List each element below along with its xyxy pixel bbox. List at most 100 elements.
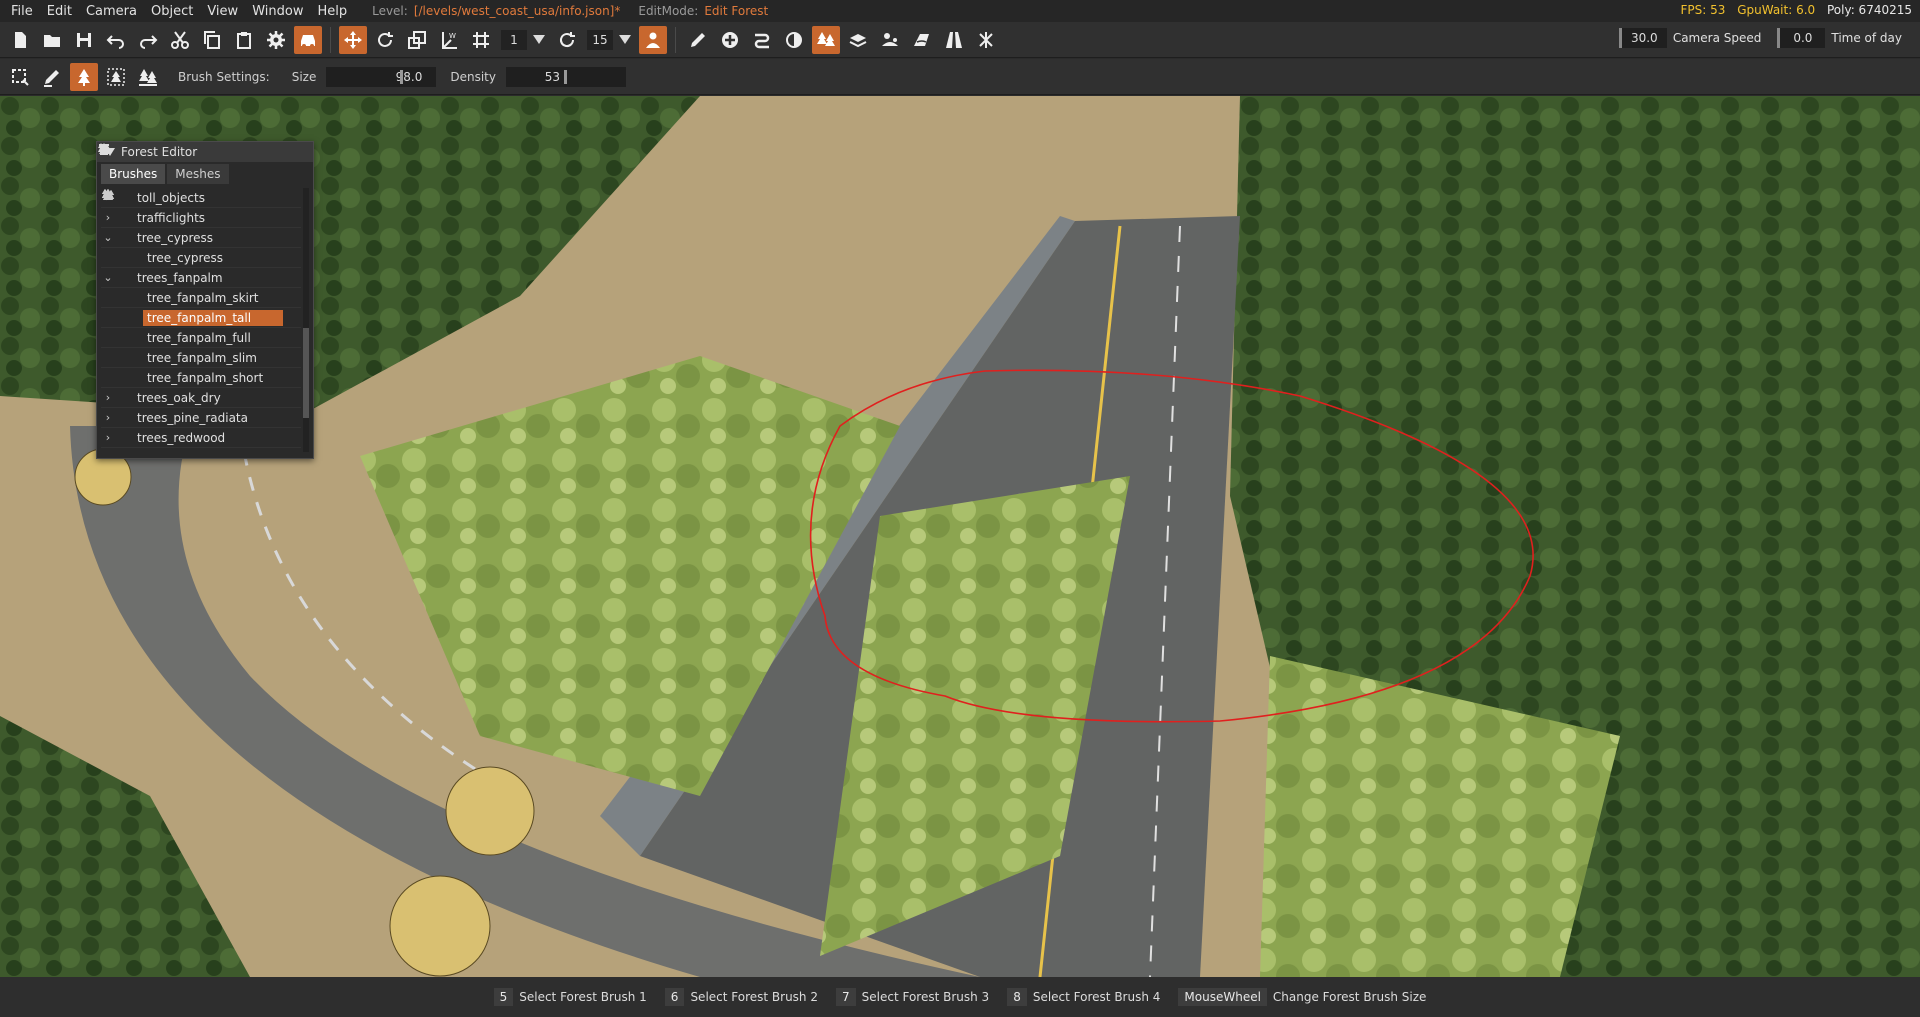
tree-item-label: tree_fanpalm_tall	[143, 309, 283, 326]
tab-meshes[interactable]: Meshes	[167, 164, 229, 184]
decal-editor-icon[interactable]	[780, 26, 808, 54]
brush-density-slider[interactable]: 53	[505, 66, 626, 87]
hotkey-brush-1: 5 Select Forest Brush 1	[493, 988, 647, 1006]
rotation-snap-value[interactable]: 1	[501, 29, 527, 50]
brush-tree-scrollbar[interactable]	[303, 188, 309, 452]
save-icon[interactable]	[70, 26, 98, 54]
tree-item-trees-fanpalm-group[interactable]: ⌄ trees_fanpalm	[101, 189, 301, 288]
hotkey-key: MouseWheel	[1178, 988, 1267, 1006]
move-gizmo-icon[interactable]	[339, 25, 367, 54]
menu-edit[interactable]: Edit	[40, 4, 79, 19]
world-space-icon[interactable]: W	[435, 26, 463, 54]
paint-brush-icon[interactable]	[38, 63, 66, 91]
brush-density-knob[interactable]	[563, 69, 567, 84]
undo-icon[interactable]	[102, 26, 130, 54]
expand-chevron-icon[interactable]: ›	[101, 391, 115, 404]
tree-item-fanpalm-tall[interactable]: tree_fanpalm_tall	[101, 189, 301, 328]
tree-item-tree-cypress[interactable]: tree_cypress	[101, 189, 301, 268]
road-architect-icon[interactable]	[940, 26, 968, 54]
expand-chevron-icon[interactable]: ›	[101, 211, 115, 224]
poly-readout: Poly: 6740215	[1826, 3, 1912, 17]
tree-item-trees-pine-radiata[interactable]: › trees_pine_radiata	[101, 189, 301, 428]
forest-editor-titlebar[interactable]: Forest Editor	[97, 142, 313, 162]
scale-snap-value[interactable]: 15	[587, 29, 613, 50]
tree-item-tree-cypress-group[interactable]: ⌄ tree_cypress	[101, 189, 301, 248]
perf-stats: FPS: 53 GpuWait: 6.0 Poly: 6740215	[1672, 3, 1912, 17]
tree-item-trafficlights[interactable]: › trafficlights	[101, 189, 301, 228]
forest-editor-title: Forest Editor	[121, 145, 198, 159]
copy-icon[interactable]	[198, 26, 226, 54]
hotkey-key: 7	[836, 988, 856, 1006]
rotate-gizmo-icon[interactable]	[371, 26, 399, 54]
paste-icon[interactable]	[230, 26, 258, 54]
scale-gizmo-icon[interactable]	[403, 26, 431, 54]
scale-snap-dropdown-icon[interactable]	[619, 35, 631, 44]
menu-file[interactable]: File	[4, 4, 40, 19]
tree-item-fanpalm-full[interactable]: tree_fanpalm_full	[101, 189, 301, 348]
tree-item-trees-oak-dry[interactable]: › trees_oak_dry	[101, 189, 301, 408]
menu-help[interactable]: Help	[310, 4, 354, 19]
brush-group-icon	[102, 189, 133, 205]
brush-icon	[103, 189, 143, 345]
gpuwait-readout: GpuWait: 6.0	[1737, 3, 1816, 17]
tree-item-fanpalm-skirt[interactable]: tree_fanpalm_skirt	[101, 189, 301, 308]
paint-tree-icon[interactable]	[70, 62, 98, 91]
mesh-road-icon[interactable]	[844, 26, 872, 54]
terrain-paint-icon[interactable]	[876, 26, 904, 54]
delete-brush-icon[interactable]	[97, 142, 111, 156]
level-label: Level:	[372, 4, 408, 18]
navmesh-icon[interactable]	[972, 26, 1000, 54]
brush-density-label: Density	[450, 69, 496, 84]
camera-controls: 30.0 Camera Speed 0.0 Time of day	[1618, 28, 1912, 48]
settings-gear-icon[interactable]	[262, 26, 290, 54]
new-file-icon[interactable]	[6, 26, 34, 54]
redo-icon[interactable]	[134, 26, 162, 54]
menu-camera[interactable]: Camera	[79, 4, 144, 19]
brush-size-knob[interactable]	[400, 69, 404, 84]
tree-item-toll-objects[interactable]: ›toll_objects	[101, 188, 301, 208]
hotkey-action: Select Forest Brush 3	[861, 990, 990, 1004]
river-editor-icon[interactable]	[908, 26, 936, 54]
camera-speed-field[interactable]: 30.0	[1618, 28, 1667, 48]
tree-item-fanpalm-short[interactable]: tree_fanpalm_short	[101, 189, 301, 388]
collapse-chevron-icon[interactable]: ⌄	[101, 231, 115, 244]
tree-item-label: trees_redwood	[137, 430, 226, 445]
player-spawn-icon[interactable]	[639, 25, 667, 54]
road-editor-icon[interactable]	[748, 26, 776, 54]
hotkey-action: Select Forest Brush 2	[690, 990, 818, 1004]
menu-object[interactable]: Object	[144, 4, 200, 19]
brush-size-slider[interactable]: 98.0	[326, 66, 437, 87]
menu-window[interactable]: Window	[245, 4, 310, 19]
forest-editor-icon[interactable]	[812, 25, 840, 54]
menu-view[interactable]: View	[200, 4, 245, 19]
cut-icon[interactable]	[166, 26, 194, 54]
pencil-icon[interactable]	[684, 26, 712, 54]
erase-selected-icon[interactable]	[134, 63, 162, 91]
toolbar-divider	[330, 26, 331, 53]
3d-viewport[interactable]: Forest Editor Brushes Meshes ›toll_objec…	[0, 96, 1920, 977]
collapse-chevron-icon[interactable]: ⌄	[101, 271, 115, 284]
vehicle-icon[interactable]	[294, 25, 322, 54]
tree-item-trees-redwood[interactable]: › trees_redwood	[101, 189, 301, 448]
expand-chevron-icon[interactable]: ›	[101, 431, 115, 444]
brush-group-icon	[102, 189, 133, 425]
hotkey-action: Select Forest Brush 4	[1032, 990, 1161, 1004]
erase-tree-icon[interactable]	[102, 63, 130, 91]
level-path: [/levels/west_coast_usa/info.json]*	[413, 4, 621, 18]
tab-brushes[interactable]: Brushes	[101, 164, 166, 184]
time-of-day-field[interactable]: 0.0	[1777, 28, 1826, 48]
add-object-icon[interactable]	[716, 26, 744, 54]
tree-item-label: trees_pine_radiata	[137, 410, 248, 425]
expand-chevron-icon[interactable]: ›	[101, 411, 115, 424]
hotkey-key: 5	[493, 988, 514, 1006]
scrollbar-thumb[interactable]	[303, 328, 309, 418]
tree-item-fanpalm-slim[interactable]: tree_fanpalm_slim	[101, 189, 301, 368]
select-rect-icon[interactable]	[6, 63, 34, 91]
hotkey-key: 8	[1007, 988, 1027, 1006]
rotation-snap-icon[interactable]	[553, 26, 581, 54]
hotkey-bar: 5 Select Forest Brush 1 6 Select Forest Br…	[0, 977, 1920, 1017]
rotation-snap-dropdown-icon[interactable]	[533, 35, 545, 44]
open-folder-icon[interactable]	[38, 26, 66, 54]
grid-snap-icon[interactable]	[467, 26, 495, 54]
brush-group-icon	[102, 189, 133, 285]
